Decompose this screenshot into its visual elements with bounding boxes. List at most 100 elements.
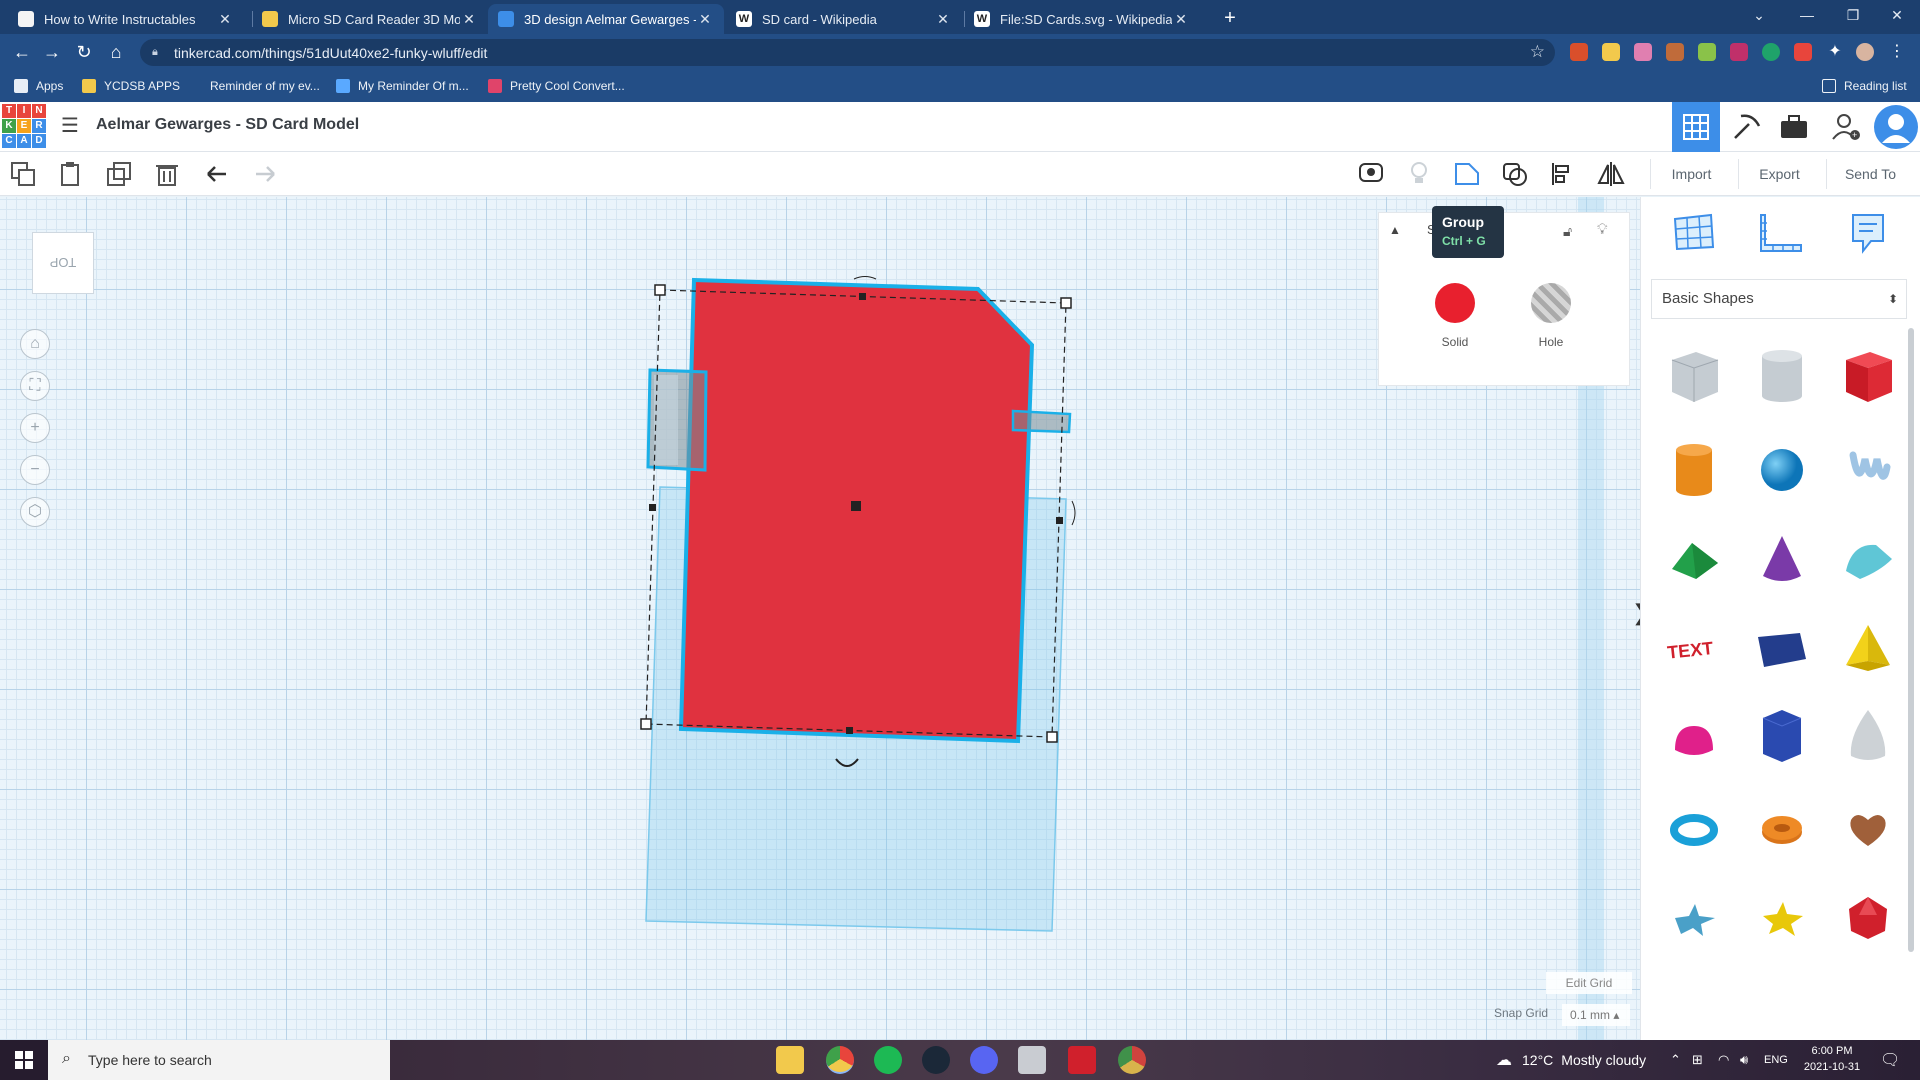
notes-button[interactable] xyxy=(1356,160,1386,188)
height-handle[interactable] xyxy=(851,501,861,511)
bookmark-reminder-of-my-ev[interactable]: Reminder of my ev... xyxy=(188,77,320,95)
bookmark-pretty-cool-convert[interactable]: Pretty Cool Convert... xyxy=(488,77,625,95)
grammarly-icon[interactable] xyxy=(1762,43,1780,61)
volume-icon[interactable]: 🔊︎ xyxy=(1740,1040,1748,1080)
extension-icon[interactable] xyxy=(1698,43,1716,61)
minimize-button[interactable]: — xyxy=(1784,0,1830,30)
tab-close-icon[interactable]: ✕ xyxy=(460,11,478,28)
extensions-puzzle-icon[interactable]: ✦ xyxy=(1826,43,1844,61)
new-tab-button[interactable]: + xyxy=(1216,4,1244,32)
collapse-caret-icon[interactable]: ▲ xyxy=(1389,223,1401,237)
extension-icon[interactable] xyxy=(1602,43,1620,61)
edge-handle[interactable] xyxy=(859,293,866,300)
snap-grid-select[interactable]: 0.1 mm ▴ xyxy=(1562,1004,1630,1026)
shape-roof[interactable] xyxy=(1661,527,1727,593)
shape-tube[interactable] xyxy=(1749,797,1815,863)
tab-micro-sd-reader[interactable]: Micro SD Card Reader 3D Model ✕ xyxy=(252,4,488,34)
bookmark-star-icon[interactable]: ☆ xyxy=(1530,42,1545,62)
align-button[interactable] xyxy=(1548,160,1578,188)
hole-swatch[interactable] xyxy=(1531,283,1571,323)
home-button[interactable]: ⌂ xyxy=(102,40,130,64)
resize-handle[interactable] xyxy=(1060,297,1072,309)
tab-close-icon[interactable]: ✕ xyxy=(216,11,234,28)
shape-box-flat[interactable] xyxy=(1749,615,1815,681)
tab-search-chevron-icon[interactable]: ⌄ xyxy=(1736,0,1782,30)
shape-star[interactable] xyxy=(1749,885,1815,951)
tray-chevron-icon[interactable]: ⌃ xyxy=(1670,1040,1681,1080)
edge-handle[interactable] xyxy=(649,504,656,511)
taskbar-search-input[interactable]: ⌕ Type here to search xyxy=(48,1040,390,1080)
url-input[interactable]: 🔒︎ tinkercad.com/things/51dUut40xe2-funk… xyxy=(140,39,1555,66)
shape-torus[interactable] xyxy=(1661,797,1727,863)
rotate-handle-top[interactable] xyxy=(853,276,877,280)
reading-list-button[interactable]: Reading list xyxy=(1822,77,1907,95)
resize-handle[interactable] xyxy=(1046,731,1058,743)
extension-icon[interactable] xyxy=(1730,43,1748,61)
zoom-out-button[interactable]: − xyxy=(20,455,50,485)
tab-close-icon[interactable]: ✕ xyxy=(1172,11,1190,28)
resize-handle[interactable] xyxy=(654,284,666,296)
close-window-button[interactable]: ✕ xyxy=(1874,0,1920,30)
chrome-icon[interactable] xyxy=(826,1046,854,1074)
export-button[interactable]: Export xyxy=(1738,159,1820,189)
extension-icon[interactable] xyxy=(1634,43,1652,61)
extension-icon[interactable] xyxy=(1794,43,1812,61)
start-button[interactable] xyxy=(0,1040,48,1080)
shape-pyramid[interactable] xyxy=(1835,615,1901,681)
shape-paraboloid[interactable] xyxy=(1835,703,1901,769)
shape-polygon[interactable] xyxy=(1749,703,1815,769)
shape-half-sphere[interactable] xyxy=(1661,709,1727,775)
bookmark-ycdsb-apps[interactable]: YCDSB APPS xyxy=(82,77,180,95)
shape-sphere[interactable] xyxy=(1749,437,1815,503)
restore-button[interactable]: ❐ xyxy=(1830,0,1876,30)
shape-cylinder-hole[interactable] xyxy=(1749,343,1815,409)
forward-button[interactable]: → xyxy=(38,40,66,64)
show-all-button[interactable] xyxy=(1404,160,1434,188)
design-list-menu-icon[interactable]: ☰ xyxy=(58,115,82,137)
shape-text[interactable]: TEXT xyxy=(1661,615,1727,681)
ruler-button[interactable] xyxy=(1759,211,1811,259)
shape-star-blue[interactable] xyxy=(1661,885,1727,951)
undo-button[interactable] xyxy=(202,160,232,188)
home-view-button[interactable]: ⌂ xyxy=(20,329,50,359)
paste-button[interactable] xyxy=(56,160,86,188)
language-indicator[interactable]: ENG xyxy=(1764,1040,1788,1080)
duplicate-button[interactable] xyxy=(104,160,134,188)
clock[interactable]: 6:00 PM 2021-10-31 xyxy=(1796,1043,1868,1075)
file-explorer-icon[interactable] xyxy=(776,1046,804,1074)
browser-menu-icon[interactable]: ⋮ xyxy=(1888,43,1906,61)
view-cube[interactable]: TOP xyxy=(32,232,94,294)
discord-icon[interactable] xyxy=(970,1046,998,1074)
invite-user-button[interactable]: + xyxy=(1822,102,1870,152)
delete-button[interactable] xyxy=(152,160,182,188)
shape-cone[interactable] xyxy=(1749,527,1815,593)
back-button[interactable]: ← xyxy=(8,40,36,64)
tray-app-icon[interactable]: ⊞ xyxy=(1692,1040,1703,1080)
extension-icon[interactable] xyxy=(1570,43,1588,61)
zoom-in-button[interactable]: + xyxy=(20,413,50,443)
ungroup-button[interactable] xyxy=(1500,160,1530,188)
blocks-button[interactable] xyxy=(1722,102,1770,152)
tab-close-icon[interactable]: ✕ xyxy=(696,11,714,28)
lessons-button[interactable] xyxy=(1770,102,1818,152)
edit-grid-button[interactable]: Edit Grid xyxy=(1546,972,1632,994)
tab-file-sd-cards[interactable]: W File:SD Cards.svg - Wikipedia ✕ xyxy=(964,4,1200,34)
perspective-button[interactable]: ⬡ xyxy=(20,497,50,527)
notes-panel-button[interactable] xyxy=(1849,211,1901,259)
mirror-button[interactable] xyxy=(1596,160,1626,188)
edge-handle[interactable] xyxy=(1056,517,1063,524)
notifications-icon[interactable]: 🗨︎ xyxy=(1880,1040,1900,1080)
tab-how-to-write[interactable]: How to Write Instructables ✕ xyxy=(8,4,244,34)
bookmark-my-reminder[interactable]: My Reminder Of m... xyxy=(336,77,469,95)
shape-icosahedron[interactable] xyxy=(1835,885,1901,951)
send-to-button[interactable]: Send To xyxy=(1826,159,1914,189)
reload-button[interactable]: ↻ xyxy=(70,40,98,64)
3d-view-button[interactable] xyxy=(1672,102,1720,152)
page-title[interactable]: Aelmar Gewarges - SD Card Model xyxy=(96,116,359,134)
shape-heart[interactable] xyxy=(1835,797,1901,863)
weather-widget[interactable]: ☁ 12°C Mostly cloudy xyxy=(1496,1040,1646,1080)
tab-3d-design[interactable]: 3D design Aelmar Gewarges - SD ✕ xyxy=(488,4,724,34)
adobe-icon[interactable] xyxy=(1068,1046,1096,1074)
shape-library-select[interactable]: Basic Shapes ⬍ xyxy=(1651,279,1907,319)
solid-swatch[interactable] xyxy=(1435,283,1475,323)
